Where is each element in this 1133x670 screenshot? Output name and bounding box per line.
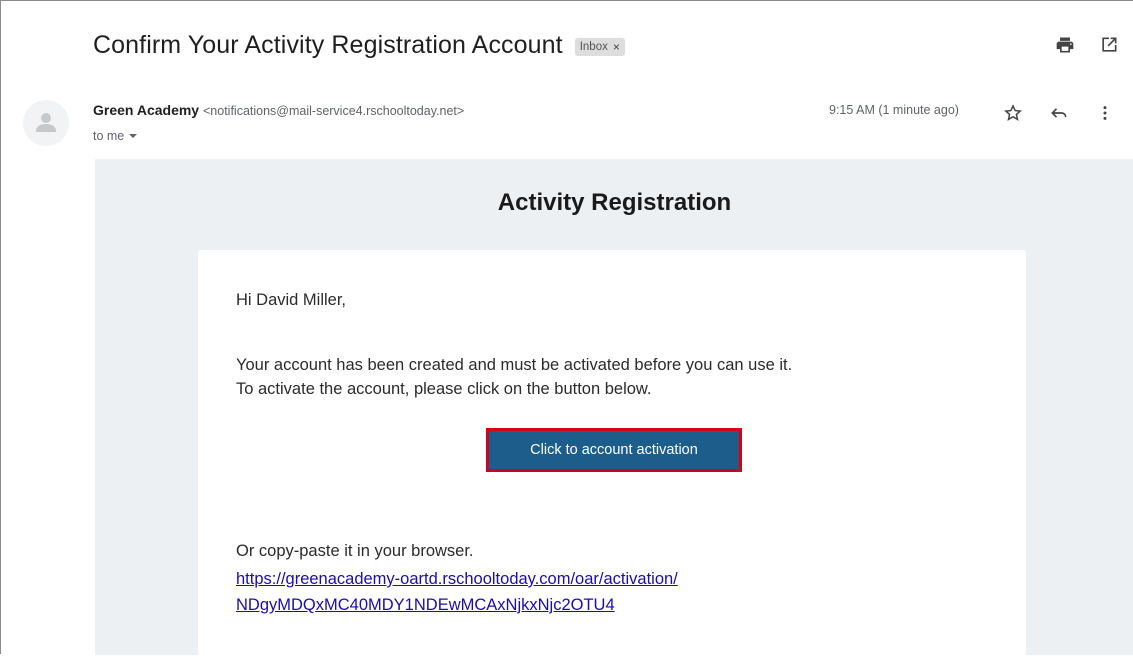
email-subject: Confirm Your Activity Registration Accou… [93, 30, 563, 59]
subject-row: Confirm Your Activity Registration Accou… [93, 25, 625, 65]
email-view: Confirm Your Activity Registration Accou… [0, 0, 1133, 670]
print-icon[interactable] [1053, 33, 1077, 57]
inbox-label-chip[interactable]: Inbox × [574, 38, 625, 56]
recipient-details-toggle[interactable]: to me [93, 129, 138, 143]
sender-row: Green Academy <notifications@mail-servic… [93, 102, 464, 118]
open-in-new-window-icon[interactable] [1097, 33, 1121, 57]
sender-email: <notifications@mail-service4.rschooltoda… [202, 104, 465, 118]
activate-account-button[interactable]: Click to account activation [489, 431, 739, 469]
instructions: Your account has been created and must b… [236, 353, 792, 401]
activation-link[interactable]: https://greenacademy-oartd.rschooltoday.… [236, 566, 678, 618]
caret-down-icon [129, 134, 138, 138]
copy-paste-text: Or copy-paste it in your browser. [236, 542, 474, 560]
top-toolbar [1053, 33, 1121, 57]
more-vert-icon[interactable] [1093, 101, 1117, 125]
star-icon[interactable] [1001, 101, 1025, 125]
timestamp: 9:15 AM (1 minute ago) [829, 103, 959, 117]
activate-button-highlight: Click to account activation [486, 428, 742, 472]
inbox-label-text: Inbox [579, 41, 608, 53]
instructions-line-2: To activate the account, please click on… [236, 380, 652, 398]
activation-link-line-2[interactable]: NDgyMDQxMC40MDY1NDEwMCAxNjkxNjc2OTU4 [236, 592, 678, 618]
instructions-line-1: Your account has been created and must b… [236, 356, 793, 374]
recipient-text: to me [93, 129, 125, 143]
sender-avatar[interactable] [23, 100, 69, 146]
message-card: Hi David Miller, Your account has been c… [198, 250, 1026, 670]
reply-icon[interactable] [1047, 101, 1071, 125]
activation-link-line-1[interactable]: https://greenacademy-oartd.rschooltoday.… [236, 566, 678, 592]
message-actions [1001, 101, 1117, 125]
email-body: Activity Registration Hi David Miller, Y… [95, 159, 1133, 670]
greeting: Hi David Miller, [236, 291, 347, 309]
sender-name[interactable]: Green Academy [93, 102, 199, 118]
remove-label-icon[interactable]: × [613, 40, 620, 54]
body-title: Activity Registration [497, 189, 732, 216]
